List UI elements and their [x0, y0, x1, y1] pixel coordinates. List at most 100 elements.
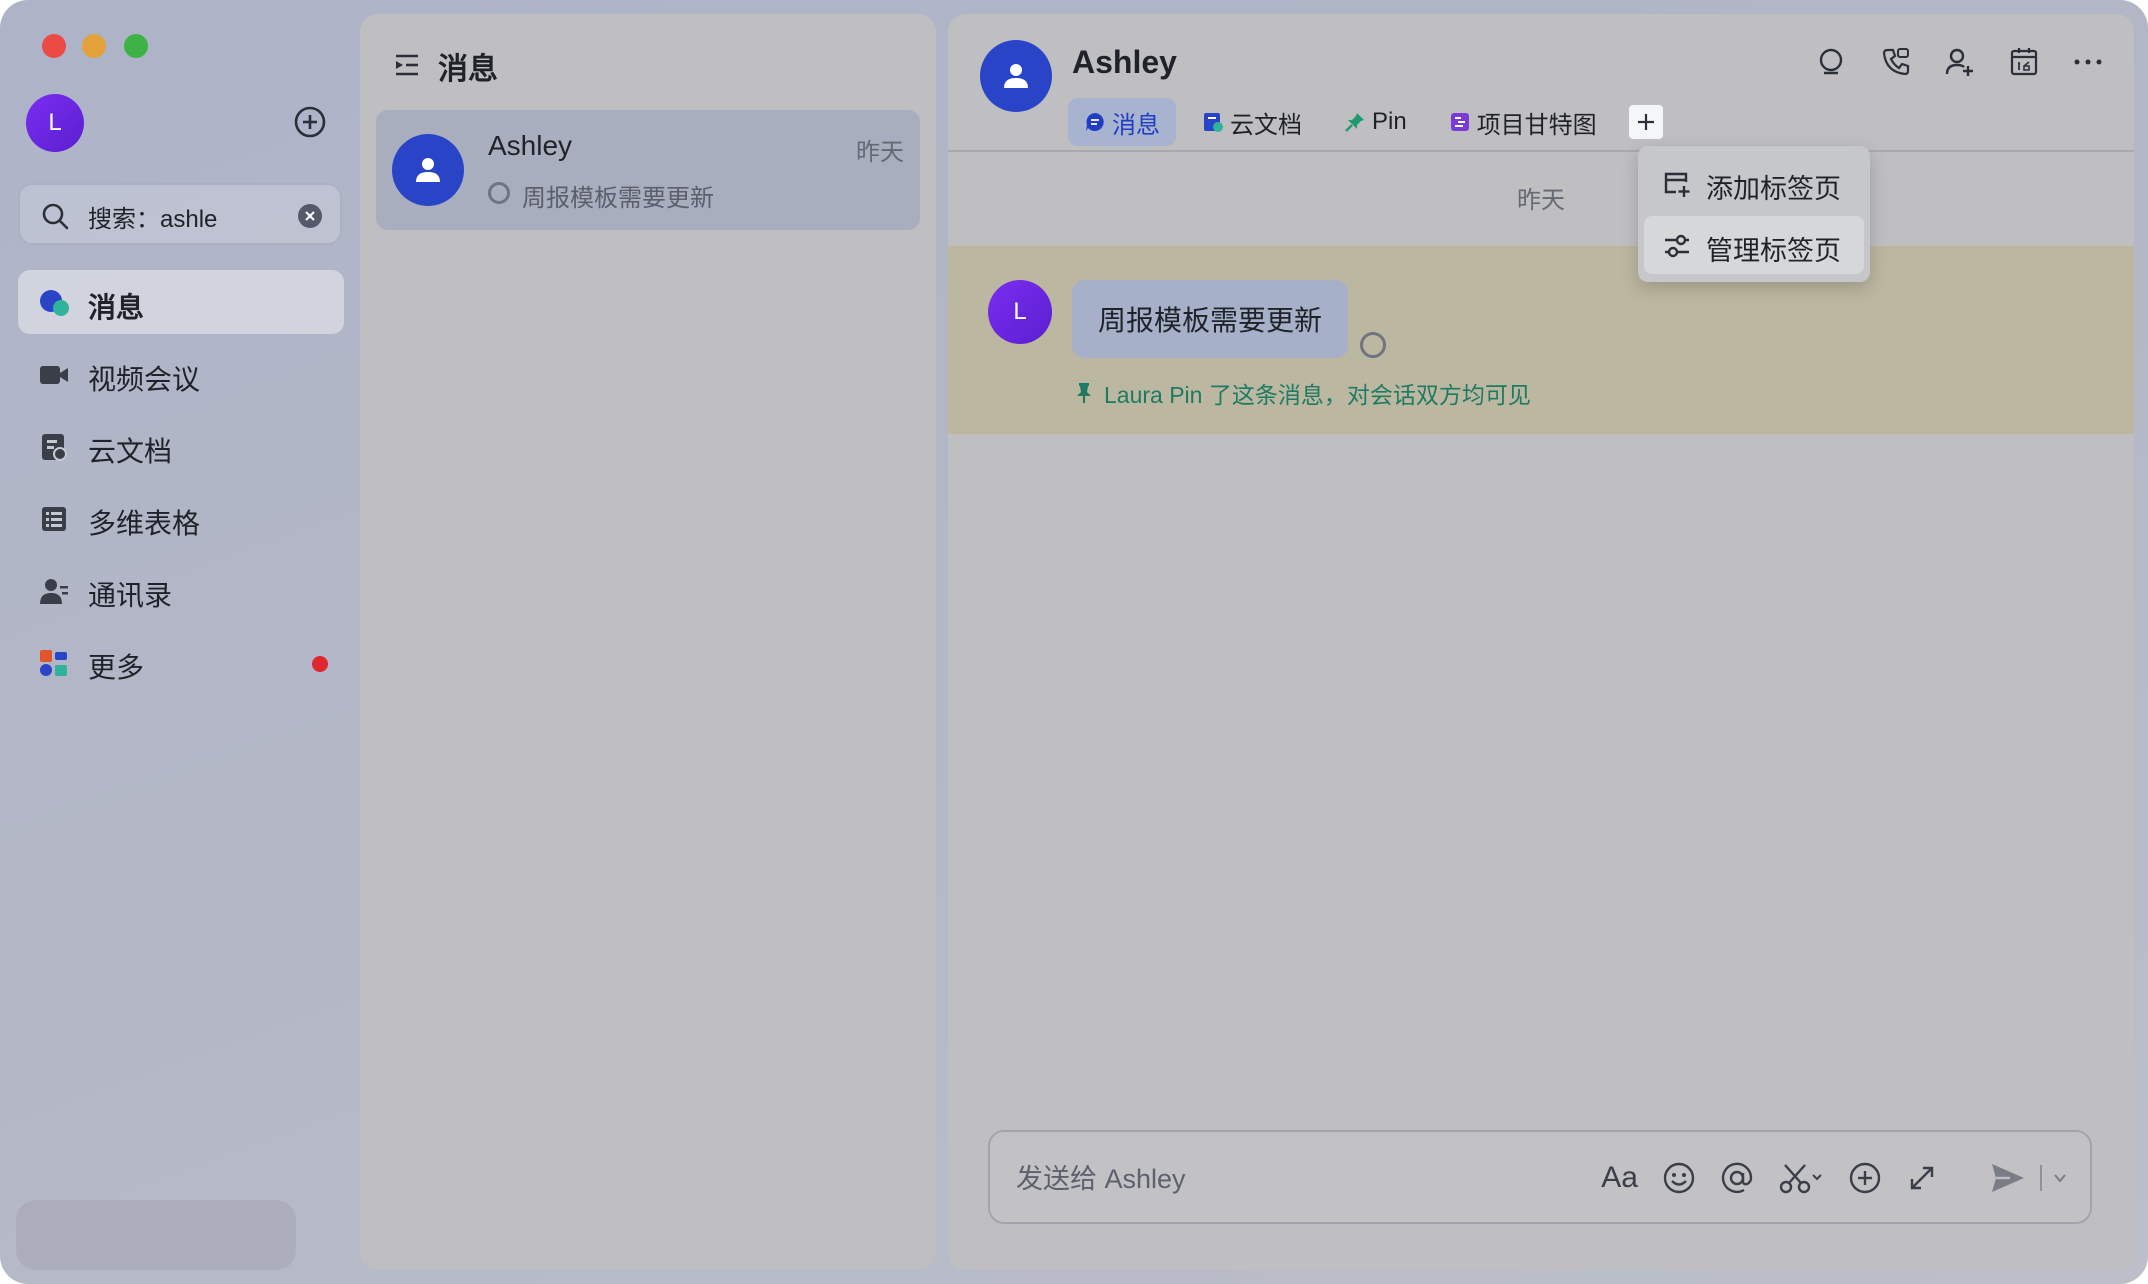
tab-options-menu: 添加标签页 管理标签页 — [1638, 146, 1870, 282]
more-options-button[interactable] — [2070, 44, 2106, 80]
pin-icon — [1345, 113, 1364, 132]
tab-pin[interactable]: Pin — [1328, 98, 1423, 146]
menu-item-add-tab[interactable]: 添加标签页 — [1644, 154, 1864, 212]
font-format-icon: Aa — [1601, 1161, 1638, 1194]
send-icon — [1992, 1164, 2024, 1192]
minimize-window-button[interactable] — [82, 34, 106, 58]
sidebar-item-messages[interactable]: 消息 — [18, 270, 344, 334]
collapse-sidebar-icon[interactable] — [392, 50, 422, 80]
tab-label: 云文档 — [1230, 111, 1302, 139]
calendar-icon — [2010, 48, 2038, 76]
phone-icon — [1882, 48, 1910, 76]
sliders-icon — [1665, 234, 1689, 258]
sidebar-item-label: 多维表格 — [88, 508, 201, 539]
add-member-button[interactable] — [1942, 44, 1978, 80]
expand-editor-button[interactable] — [1906, 1158, 1938, 1198]
send-button[interactable] — [1990, 1158, 2026, 1198]
send-options-button[interactable] — [2052, 1158, 2068, 1198]
search-chat-button[interactable] — [1814, 44, 1850, 80]
sidebar-item-more[interactable]: 更多 — [18, 630, 344, 694]
tab-messages[interactable]: 消息 — [1068, 98, 1176, 146]
send-divider — [2040, 1165, 2042, 1191]
chevron-down-icon — [2054, 1174, 2066, 1183]
search-input[interactable] — [86, 195, 290, 237]
sidebar-item-contacts[interactable]: 通讯录 — [18, 558, 344, 622]
cloud-doc-icon — [42, 434, 67, 461]
more-actions-button[interactable] — [1848, 1158, 1882, 1198]
emoji-button[interactable] — [1662, 1158, 1696, 1198]
chat-title: Ashley — [1072, 44, 1177, 80]
sidebar-item-label: 云文档 — [88, 436, 173, 467]
calendar-button[interactable] — [2006, 44, 2042, 80]
add-tab-button[interactable] — [1628, 105, 1663, 139]
search-box[interactable] — [18, 183, 342, 245]
message-composer: Aa — [988, 1130, 2092, 1224]
at-sign-icon — [1721, 1162, 1753, 1194]
tab-label: 项目甘特图 — [1476, 111, 1597, 139]
chat-bubble-icon — [1086, 113, 1104, 131]
person-icon — [416, 158, 440, 182]
sidebar-item-label: 更多 — [88, 652, 145, 683]
sidebar-footer — [16, 1200, 296, 1270]
call-button[interactable] — [1878, 44, 1914, 80]
search-icon — [42, 203, 69, 230]
plus-circle-icon — [1849, 1162, 1881, 1194]
pinned-message-row: L 周报模板需要更新 Laura Pin 了这条消息，对会话双方均可见 — [948, 246, 2134, 434]
conversation-preview: 周报模板需要更新 — [522, 185, 714, 212]
tab-label: 消息 — [1112, 111, 1160, 139]
menu-item-manage-tabs[interactable]: 管理标签页 — [1644, 216, 1864, 274]
pin-notice: Laura Pin 了这条消息，对会话双方均可见 — [1074, 376, 1531, 410]
tab-gantt[interactable]: 项目甘特图 — [1433, 98, 1613, 146]
user-avatar[interactable]: L — [26, 94, 84, 152]
chat-contact-avatar[interactable] — [980, 40, 1052, 112]
conversation-list-pane: 消息 Ashley 昨天 周报模板需要更新 — [360, 14, 936, 1270]
header-divider — [948, 150, 2134, 152]
menu-item-label: 添加标签页 — [1706, 174, 1841, 204]
text-format-button[interactable]: Aa — [1601, 1158, 1638, 1198]
emoji-icon — [1663, 1162, 1695, 1194]
sidebar-item-label: 视频会议 — [88, 364, 201, 395]
new-chat-button[interactable] — [293, 105, 327, 139]
chat-header-actions — [1814, 44, 2106, 80]
sender-avatar[interactable]: L — [988, 280, 1052, 344]
sidebar-item-label: 消息 — [88, 292, 145, 323]
clear-search-button[interactable] — [298, 204, 322, 228]
notification-badge — [312, 656, 328, 672]
doc-icon — [1204, 113, 1223, 132]
message-input[interactable] — [1014, 1156, 1518, 1202]
message-bubble[interactable]: 周报模板需要更新 — [1072, 280, 1349, 358]
search-chat-icon — [1819, 48, 1843, 75]
scissors-icon — [1779, 1164, 1822, 1194]
sidebar-item-video-meeting[interactable]: 视频会议 — [18, 342, 344, 406]
plus-icon — [1637, 114, 1654, 130]
sidebar-item-label: 通讯录 — [88, 580, 173, 611]
chat-bubble-icon — [40, 290, 69, 316]
tab-cloud-docs[interactable]: 云文档 — [1186, 98, 1318, 146]
menu-item-label: 管理标签页 — [1706, 236, 1841, 266]
conversation-item[interactable]: Ashley 昨天 周报模板需要更新 — [376, 110, 920, 230]
close-window-button[interactable] — [42, 34, 66, 58]
composer-toolbar: Aa — [1601, 1158, 2068, 1198]
pin-notice-text: Laura Pin 了这条消息，对会话双方均可见 — [1104, 382, 1531, 408]
sidebar-item-cloud-docs[interactable]: 云文档 — [18, 414, 344, 478]
mention-button[interactable] — [1720, 1158, 1754, 1198]
conversation-time: 昨天 — [856, 139, 904, 166]
add-tab-icon — [1664, 172, 1690, 197]
conversation-name: Ashley — [488, 130, 573, 161]
sidebar-item-bitable[interactable]: 多维表格 — [18, 486, 344, 550]
app-window: L 消息 — [0, 0, 2148, 1284]
unread-status-icon — [488, 182, 510, 204]
chat-pane: Ashley 消息 云文档 Pin 项目甘特图 昨天 L 周报模板需要更新 La… — [948, 14, 2134, 1270]
pin-icon — [1077, 383, 1091, 403]
add-person-icon — [1945, 48, 1973, 76]
zoom-window-button[interactable] — [124, 34, 148, 58]
person-icon — [1004, 64, 1028, 88]
screenshot-button[interactable] — [1778, 1158, 1824, 1198]
read-status-icon — [1360, 332, 1386, 358]
sidebar-nav: 消息 视频会议 云文档 多维表格 通讯录 更多 — [18, 270, 344, 702]
close-icon — [305, 211, 315, 221]
tab-label: Pin — [1372, 108, 1407, 135]
video-camera-icon — [40, 366, 68, 384]
contact-avatar — [392, 134, 464, 206]
expand-icon — [1910, 1166, 1934, 1190]
